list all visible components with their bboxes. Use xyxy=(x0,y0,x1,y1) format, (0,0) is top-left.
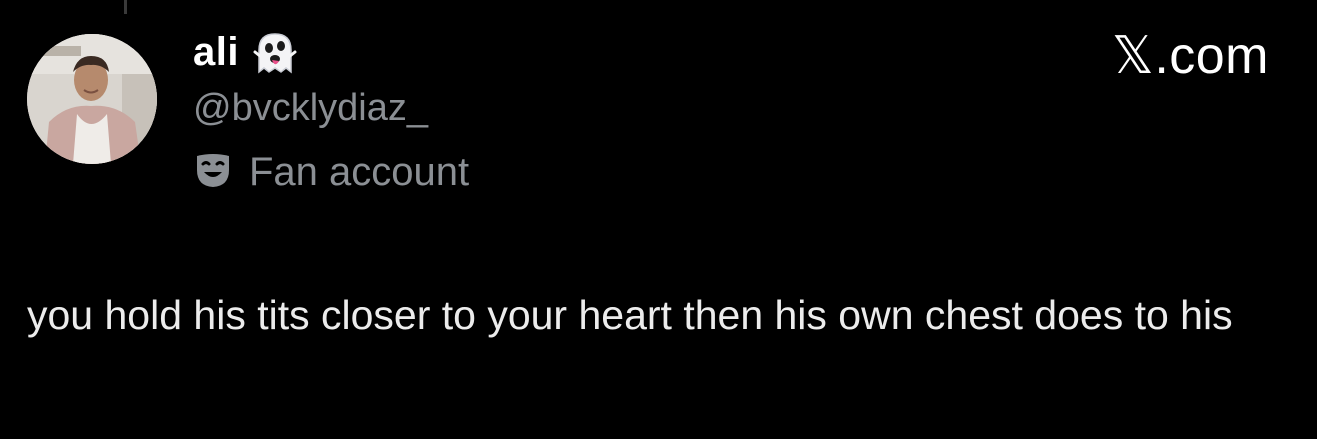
ghost-emoji-icon xyxy=(251,28,299,76)
avatar-image xyxy=(27,34,157,164)
x-com-watermark: 𝕏.com xyxy=(1111,27,1269,85)
thread-connector-line xyxy=(124,0,127,14)
badge-label: Fan account xyxy=(249,149,470,194)
theater-mask-icon xyxy=(193,150,233,195)
post-text: you hold his tits closer to your heart t… xyxy=(27,292,1233,338)
avatar[interactable] xyxy=(27,34,157,164)
account-badge: Fan account xyxy=(193,146,469,198)
author-name-row[interactable]: ali xyxy=(193,22,299,82)
display-name[interactable]: ali xyxy=(193,30,239,75)
author-handle[interactable]: @bvcklydiaz_ xyxy=(193,84,428,132)
